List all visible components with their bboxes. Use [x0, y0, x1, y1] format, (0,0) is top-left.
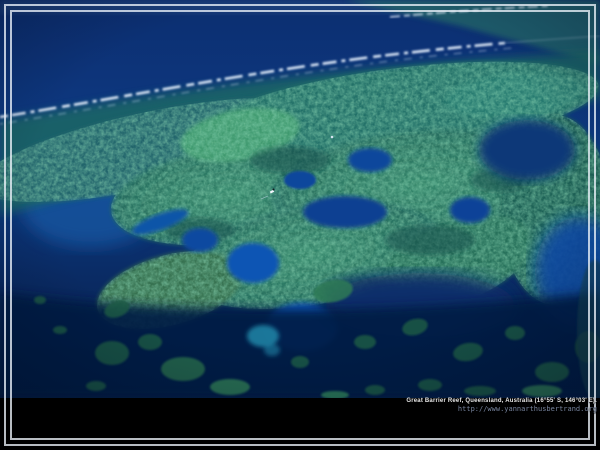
desktop-wallpaper: Great Barrier Reef, Queensland, Australi…: [0, 0, 600, 450]
photo-caption: Great Barrier Reef, Queensland, Australi…: [406, 397, 597, 413]
caption-location-text: Great Barrier Reef, Queensland, Australi…: [406, 397, 597, 405]
vignette: [0, 0, 600, 398]
reef-aerial-photo: [0, 0, 600, 398]
caption-url: http://www.yannarthusbertrand.org: [406, 405, 597, 413]
reef-photo-scene: [0, 0, 600, 398]
